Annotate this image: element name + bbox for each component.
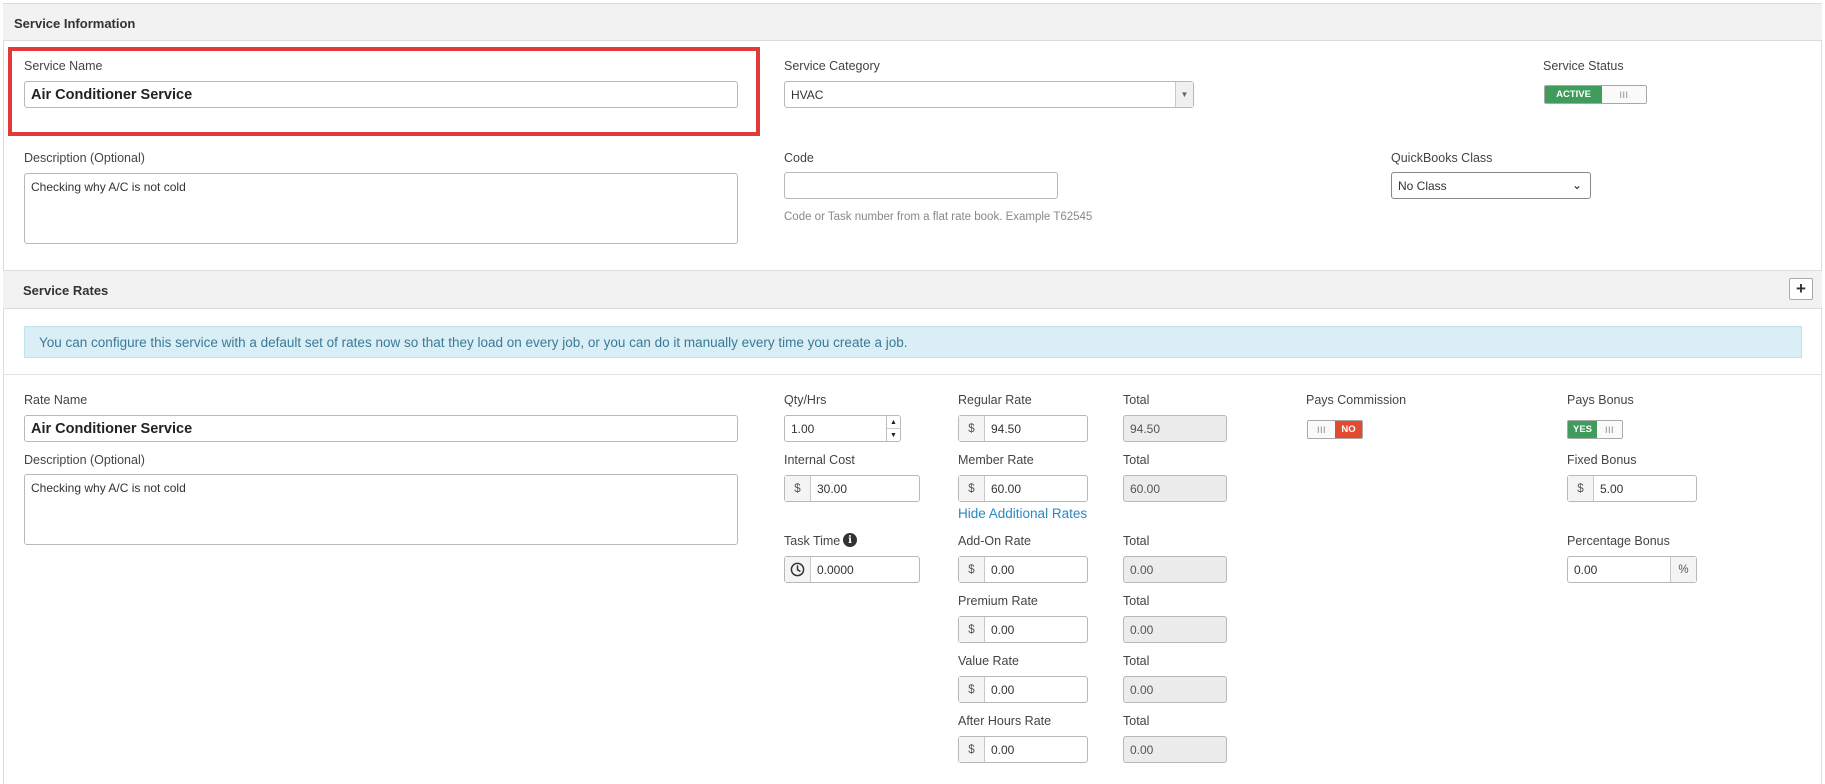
- addon-rate-value: 0.00: [991, 562, 1015, 577]
- chevron-down-icon[interactable]: ⌄: [1572, 178, 1582, 192]
- after-hours-rate-input[interactable]: $ 0.00: [958, 736, 1088, 763]
- quickbooks-class-select[interactable]: No Class ⌄: [1391, 172, 1591, 199]
- percentage-bonus-input[interactable]: 0.00 %: [1567, 556, 1697, 583]
- qty-value: 1.00: [791, 421, 815, 436]
- member-rate-value: 60.00: [991, 481, 1022, 496]
- code-label: Code: [784, 151, 814, 165]
- rate-description-textarea[interactable]: Checking why A/C is not cold: [24, 474, 738, 545]
- currency-addon: $: [959, 737, 985, 762]
- value-rate-label: Value Rate: [958, 654, 1019, 668]
- description-label: Description (Optional): [24, 151, 145, 165]
- task-time-input[interactable]: 0.0000: [784, 556, 920, 583]
- service-category-label: Service Category: [784, 59, 880, 73]
- code-input[interactable]: [784, 172, 1058, 199]
- service-category-select[interactable]: HVAC ▼: [784, 81, 1194, 108]
- rate-name-label: Rate Name: [24, 393, 88, 407]
- member-rate-input[interactable]: $ 60.00: [958, 475, 1088, 502]
- service-rates-header: Service Rates: [3, 270, 1822, 309]
- addon-total-field: 0.00: [1123, 556, 1227, 583]
- pays-bonus-label: Pays Bonus: [1567, 393, 1634, 407]
- currency-addon: $: [959, 677, 985, 702]
- quickbooks-class-value: No Class: [1398, 178, 1447, 193]
- currency-addon: $: [959, 476, 985, 501]
- info-icon[interactable]: i: [843, 533, 857, 547]
- commission-toggle-off: NO: [1335, 421, 1362, 438]
- addon-rate-label: Add-On Rate: [958, 534, 1031, 548]
- chevron-down-icon[interactable]: ▼: [1175, 82, 1193, 107]
- bonus-toggle-grip: III: [1597, 421, 1622, 438]
- after-hours-total-label: Total: [1123, 714, 1150, 728]
- qty-input[interactable]: 1.00 ▲ ▼: [784, 415, 901, 442]
- pays-commission-toggle[interactable]: III NO: [1307, 420, 1363, 439]
- service-info-header: Service Information: [3, 3, 1822, 41]
- currency-addon: $: [959, 416, 985, 441]
- value-total-field: 0.00: [1123, 676, 1227, 703]
- pays-bonus-toggle[interactable]: YES III: [1567, 420, 1623, 439]
- premium-rate-input[interactable]: $ 0.00: [958, 616, 1088, 643]
- regular-total-label: Total: [1123, 393, 1150, 407]
- add-rate-button[interactable]: +: [1789, 278, 1813, 300]
- member-total-label: Total: [1123, 453, 1150, 467]
- after-hours-rate-label: After Hours Rate: [958, 714, 1052, 728]
- premium-total-label: Total: [1123, 594, 1150, 608]
- code-hint: Code or Task number from a flat rate boo…: [784, 211, 1093, 223]
- currency-addon: $: [959, 557, 985, 582]
- service-category-value: HVAC: [791, 87, 824, 102]
- currency-addon: $: [785, 476, 811, 501]
- value-rate-value: 0.00: [991, 682, 1015, 697]
- after-hours-rate-value: 0.00: [991, 742, 1015, 757]
- hide-additional-rates-link[interactable]: Hide Additional Rates: [958, 506, 1087, 521]
- bonus-toggle-on: YES: [1568, 421, 1597, 438]
- service-status-label: Service Status: [1543, 59, 1624, 73]
- value-total-label: Total: [1123, 654, 1150, 668]
- stepper-down-icon[interactable]: ▼: [887, 429, 900, 441]
- service-rates-title: Service Rates: [23, 283, 109, 298]
- rate-name-input[interactable]: Air Conditioner Service: [24, 415, 738, 442]
- member-rate-label: Member Rate: [958, 453, 1034, 467]
- rate-description-label: Description (Optional): [24, 453, 145, 467]
- percent-addon: %: [1670, 557, 1696, 582]
- currency-addon: $: [959, 617, 985, 642]
- quickbooks-class-label: QuickBooks Class: [1391, 151, 1493, 165]
- regular-rate-value: 94.50: [991, 421, 1022, 436]
- stepper-up-icon[interactable]: ▲: [887, 416, 900, 429]
- regular-total-field: 94.50: [1123, 415, 1227, 442]
- premium-total-field: 0.00: [1123, 616, 1227, 643]
- fixed-bonus-label: Fixed Bonus: [1567, 453, 1637, 467]
- internal-cost-label: Internal Cost: [784, 453, 855, 467]
- value-rate-input[interactable]: $ 0.00: [958, 676, 1088, 703]
- after-hours-total-field: 0.00: [1123, 736, 1227, 763]
- member-total-field: 60.00: [1123, 475, 1227, 502]
- percentage-bonus-value: 0.00: [1574, 562, 1598, 577]
- description-textarea[interactable]: Checking why A/C is not cold: [24, 173, 738, 244]
- commission-toggle-grip: III: [1308, 421, 1335, 438]
- task-time-label: Task Time: [784, 534, 841, 548]
- divider: [3, 374, 1822, 375]
- service-info-title: Service Information: [14, 16, 136, 31]
- premium-rate-label: Premium Rate: [958, 594, 1038, 608]
- internal-cost-input[interactable]: $ 30.00: [784, 475, 920, 502]
- status-toggle-grip: III: [1602, 86, 1646, 103]
- service-name-highlight: [8, 47, 760, 136]
- clock-icon: [785, 557, 811, 582]
- addon-total-label: Total: [1123, 534, 1150, 548]
- task-time-value: 0.0000: [817, 562, 854, 577]
- internal-cost-value: 30.00: [817, 481, 848, 496]
- status-toggle-on: ACTIVE: [1545, 86, 1602, 103]
- regular-rate-input[interactable]: $ 94.50: [958, 415, 1088, 442]
- fixed-bonus-value: 5.00: [1600, 481, 1624, 496]
- service-status-toggle[interactable]: ACTIVE III: [1544, 85, 1647, 104]
- percentage-bonus-label: Percentage Bonus: [1567, 534, 1670, 548]
- qty-label: Qty/Hrs: [784, 393, 827, 407]
- pays-commission-label: Pays Commission: [1306, 393, 1407, 407]
- currency-addon: $: [1568, 476, 1594, 501]
- info-message: You can configure this service with a de…: [24, 326, 1802, 358]
- qty-stepper[interactable]: ▲ ▼: [886, 416, 900, 441]
- fixed-bonus-input[interactable]: $ 5.00: [1567, 475, 1697, 502]
- premium-rate-value: 0.00: [991, 622, 1015, 637]
- addon-rate-input[interactable]: $ 0.00: [958, 556, 1088, 583]
- regular-rate-label: Regular Rate: [958, 393, 1032, 407]
